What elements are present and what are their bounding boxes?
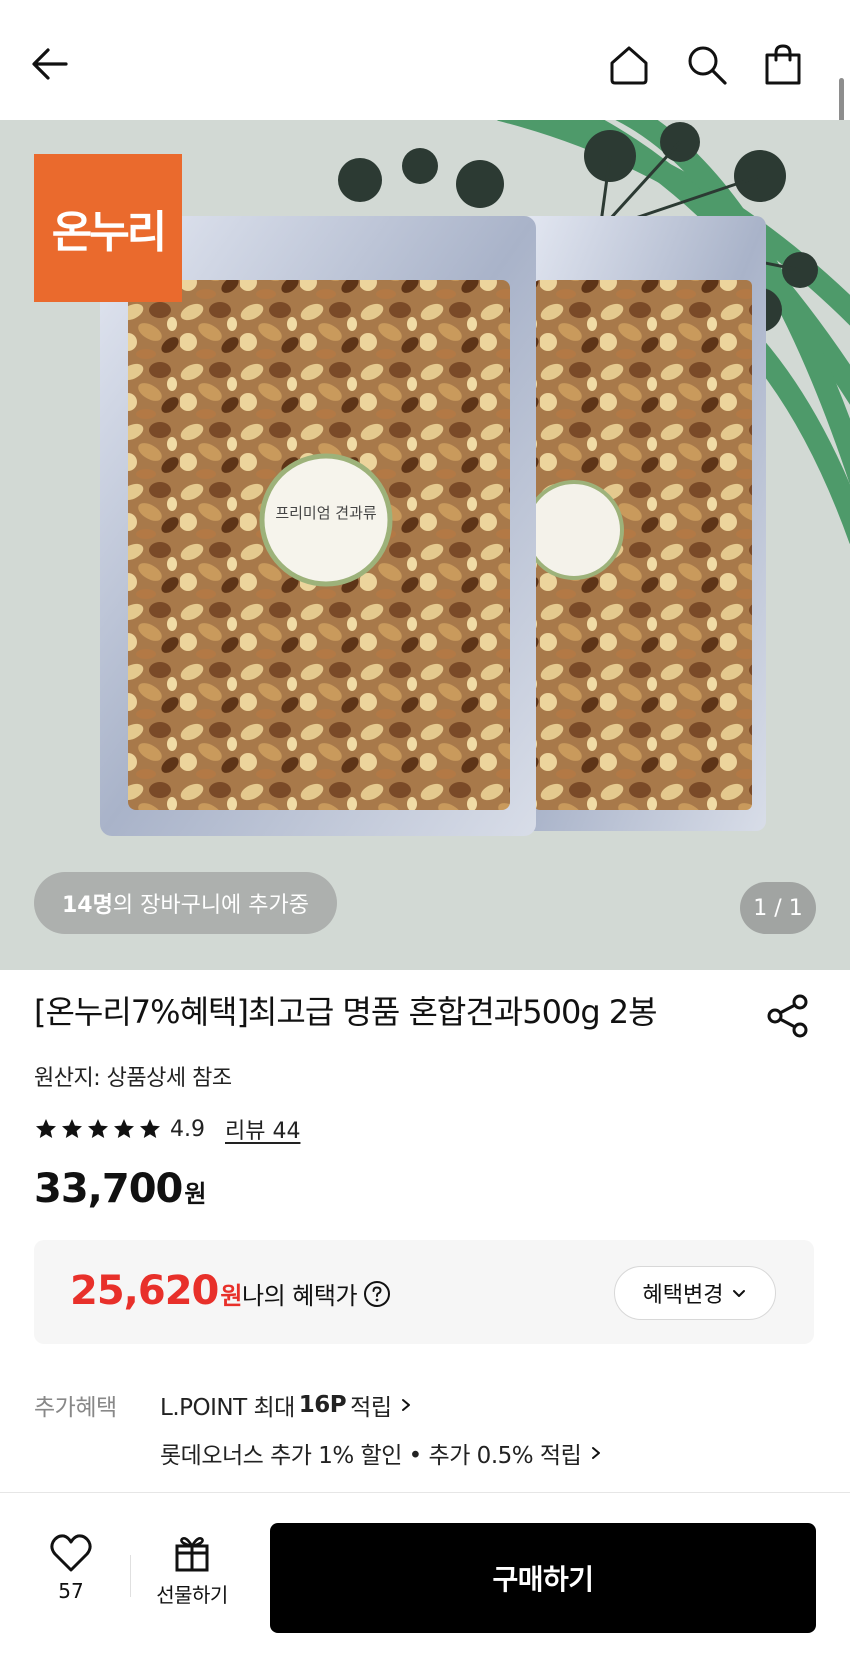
share-button[interactable] bbox=[764, 992, 812, 1040]
price-row: 33,700 원 bbox=[34, 1166, 206, 1212]
cart-count-badge: 14명 의 장바구니에 추가중 bbox=[34, 872, 338, 934]
change-benefit-label: 혜택변경 bbox=[642, 1283, 724, 1308]
gift-button[interactable]: 선물하기 bbox=[144, 1533, 240, 1623]
chevron-right-icon bbox=[592, 1447, 601, 1459]
lotte-owners-text: 롯데오너스 추가 1% 할인 • 추가 0.5% 적립 bbox=[160, 1443, 582, 1469]
gift-icon bbox=[175, 1537, 209, 1572]
product-image-carousel[interactable]: 프리미엄 견과류 온누리 14명 의 장바구니에 추가중 1 / 1 bbox=[0, 120, 850, 970]
shopping-bag-icon bbox=[765, 44, 801, 85]
shopping-bag-button[interactable] bbox=[756, 38, 810, 92]
gift-label: 선물하기 bbox=[156, 1583, 228, 1607]
benefit-label: 나의 혜택가 bbox=[242, 1276, 391, 1311]
buy-button[interactable]: 구매하기 bbox=[270, 1523, 816, 1633]
like-button[interactable]: 57 bbox=[36, 1533, 106, 1623]
lpoint-suffix: 적립 bbox=[350, 1395, 392, 1421]
help-icon[interactable] bbox=[363, 1280, 391, 1308]
benefit-price: 25,620 원 bbox=[70, 1268, 242, 1314]
home-icon bbox=[610, 46, 648, 85]
lpoint-points: 16P bbox=[298, 1392, 347, 1418]
cart-count: 14명 bbox=[62, 893, 113, 918]
benefit-price-unit: 원 bbox=[220, 1282, 243, 1310]
share-icon bbox=[767, 994, 808, 1038]
back-button[interactable] bbox=[22, 36, 78, 92]
review-link[interactable]: 리뷰 44 bbox=[225, 1113, 300, 1145]
package-label: 프리미엄 견과류 bbox=[275, 504, 377, 522]
arrow-left-icon bbox=[32, 48, 68, 80]
heart-icon bbox=[50, 1534, 92, 1572]
bottom-action-bar: 57 선물하기 구매하기 bbox=[0, 1492, 850, 1671]
top-app-bar bbox=[0, 0, 850, 178]
price-unit: 원 bbox=[184, 1180, 207, 1208]
star-icon bbox=[36, 1119, 56, 1138]
rating-row: 4.9 리뷰 44 bbox=[34, 1112, 300, 1146]
star-icon bbox=[88, 1119, 108, 1138]
search-button[interactable] bbox=[680, 38, 734, 92]
search-icon bbox=[688, 46, 727, 85]
star-icon bbox=[140, 1119, 160, 1138]
origin-text: 원산지: 상품상세 참조 bbox=[34, 1066, 232, 1091]
chevron-down-icon bbox=[733, 1290, 746, 1297]
benefit-price-value: 25,620 bbox=[70, 1268, 219, 1314]
lpoint-benefit-link[interactable]: L.POINT 최대 16P 적립 bbox=[160, 1388, 413, 1422]
brand-logo: 온누리 bbox=[34, 154, 182, 302]
lpoint-prefix: L.POINT 최대 bbox=[160, 1395, 295, 1421]
original-price: 33,700 bbox=[34, 1166, 183, 1212]
rating-value: 4.9 bbox=[170, 1116, 205, 1142]
star-icon bbox=[62, 1119, 82, 1138]
chevron-right-icon bbox=[402, 1399, 411, 1411]
like-count: 57 bbox=[58, 1579, 84, 1603]
lotte-owners-benefit-link[interactable]: 롯데오너스 추가 1% 할인 • 추가 0.5% 적립 bbox=[160, 1436, 603, 1470]
benefit-label-text: 나의 혜택가 bbox=[242, 1282, 358, 1310]
image-pager: 1 / 1 bbox=[740, 882, 816, 934]
rating-stars bbox=[34, 1117, 162, 1141]
benefit-price-box: 25,620 원 나의 혜택가 혜택변경 bbox=[34, 1240, 814, 1344]
extra-benefits-label: 추가혜택 bbox=[34, 1395, 117, 1421]
bottom-divider bbox=[130, 1555, 131, 1597]
star-icon bbox=[114, 1119, 134, 1138]
home-button[interactable] bbox=[602, 38, 656, 92]
change-benefit-button[interactable]: 혜택변경 bbox=[614, 1266, 776, 1320]
brand-logo-text: 온누리 bbox=[51, 207, 167, 258]
cart-count-text: 의 장바구니에 추가중 bbox=[112, 893, 310, 918]
product-title: [온누리7%혜택]최고급 명품 혼합견과500g 2봉 bbox=[34, 993, 658, 1031]
